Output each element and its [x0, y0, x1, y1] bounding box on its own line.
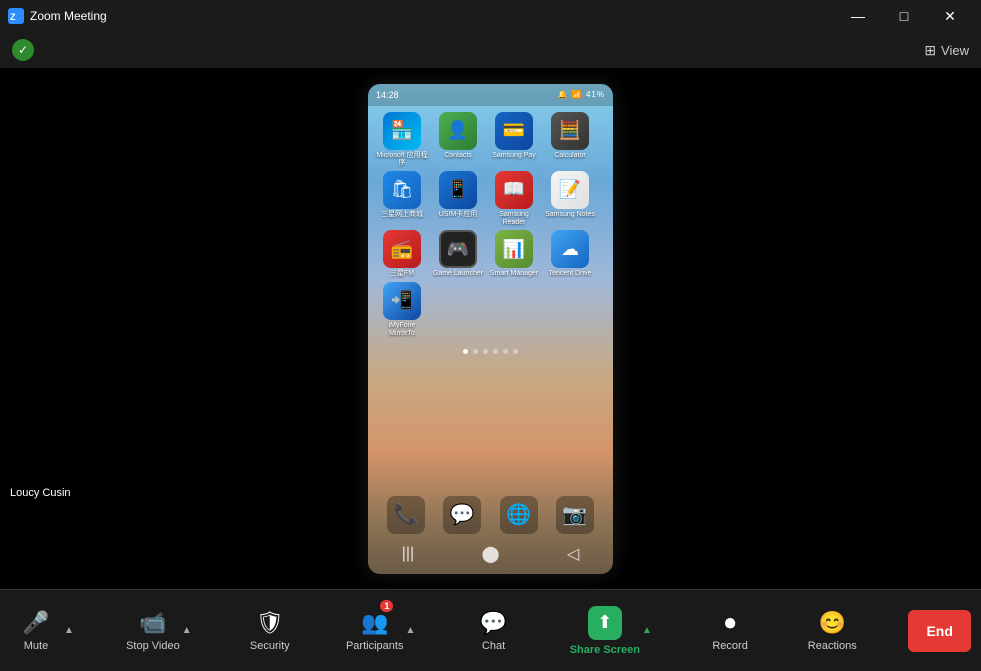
video-arrow[interactable]: ▲: [180, 625, 194, 636]
reactions-label: Reactions: [808, 640, 857, 652]
participants-icon: 👥: [361, 610, 388, 636]
dot-indicators: [368, 343, 613, 360]
bottom-toolbar: 🎤 Mute ▲ 📹 Stop Video ▲ 🛡 Security 👥 1 P…: [0, 589, 981, 671]
phone-nav-menu[interactable]: |||: [402, 545, 414, 563]
dot-6: [513, 349, 518, 354]
dock-camera[interactable]: 📷: [556, 496, 594, 534]
reactions-icon: 😊: [819, 610, 846, 636]
video-group: 📹 Stop Video ▲: [126, 596, 194, 666]
phone-status-icons: 🔔 📶 41%: [558, 90, 605, 99]
app-tencent-drive[interactable]: ☁ Tencent Drive: [544, 230, 596, 278]
main-content: Loucy Cusin 14:28 🔔 📶 41% 🏪 Microsoft 应用…: [0, 68, 981, 589]
app-row-2: 🛍 三星网上商城 📱 USIM卡应用 📖 Samsung Reader 📝 Sa…: [376, 171, 605, 226]
video-icon: 📹: [139, 610, 166, 636]
app-usim[interactable]: 📱 USIM卡应用: [432, 171, 484, 226]
grid-icon: ⊞: [924, 42, 936, 59]
security-button[interactable]: 🛡 Security: [244, 596, 296, 666]
phone-nav-home[interactable]: ⬤: [482, 544, 500, 564]
dot-1: [463, 349, 468, 354]
phone-status-bar: 14:28 🔔 📶 41%: [368, 84, 613, 106]
window-title: Zoom Meeting: [30, 9, 107, 23]
app-game-launcher[interactable]: 🎮 Game Launcher: [432, 230, 484, 278]
view-label: View: [941, 43, 969, 58]
participants-button[interactable]: 👥 1 Participants: [346, 596, 403, 666]
reactions-button[interactable]: 😊 Reactions: [806, 596, 858, 666]
app-contacts[interactable]: 👤 Contacts: [432, 112, 484, 167]
header-bar: ✓ ⊞ View: [0, 32, 981, 68]
record-button[interactable]: ⏺ Record: [704, 596, 756, 666]
user-label: Loucy Cusin: [4, 485, 77, 501]
microphone-icon: 🎤: [22, 610, 49, 636]
participants-arrow[interactable]: ▲: [403, 625, 417, 636]
title-bar-left: Z Zoom Meeting: [8, 8, 107, 24]
security-shield-icon: ✓: [12, 39, 34, 61]
share-screen-icon: ⬆: [588, 606, 622, 640]
app-row-3: 📻 三星FM 🎮 Game Launcher 📊 Smart Manager ☁…: [376, 230, 605, 278]
security-label: Security: [250, 640, 290, 652]
phone-nav-back[interactable]: ◁: [567, 544, 579, 564]
mute-label: Mute: [24, 640, 48, 652]
app-row-4: 📲 iMyFone MirrorTo: [376, 282, 605, 337]
chat-icon: 💬: [480, 610, 507, 636]
title-bar-controls: — □ ✕: [835, 0, 973, 32]
phone-time: 14:28: [376, 90, 399, 100]
app-grid: 🏪 Microsoft 应用程序 👤 Contacts 💳 Samsung Pa…: [368, 106, 613, 344]
dock-phone[interactable]: 📞: [387, 496, 425, 534]
dock-messages[interactable]: 💬: [443, 496, 481, 534]
share-screen-group: ⬆ Share Screen ▲: [570, 596, 654, 666]
mute-group: 🎤 Mute ▲: [10, 596, 76, 666]
participants-label: Participants: [346, 640, 403, 652]
view-button[interactable]: ⊞ View: [924, 42, 969, 59]
chat-label: Chat: [482, 640, 505, 652]
svg-text:Z: Z: [10, 12, 16, 22]
maximize-button[interactable]: □: [881, 0, 927, 32]
stop-video-button[interactable]: 📹 Stop Video: [126, 596, 180, 666]
app-samsung-store[interactable]: 🛍 三星网上商城: [376, 171, 428, 226]
dot-3: [483, 349, 488, 354]
app-smart-manager[interactable]: 📊 Smart Manager: [488, 230, 540, 278]
phone-dock: 📞 💬 🌐 📷: [368, 496, 613, 534]
minimize-button[interactable]: —: [835, 0, 881, 32]
app-samsung-notes[interactable]: 📝 Samsung Notes: [544, 171, 596, 226]
app-imyfone[interactable]: 📲 iMyFone MirrorTo: [376, 282, 428, 337]
mute-button[interactable]: 🎤 Mute: [10, 596, 62, 666]
phone-inner: 14:28 🔔 📶 41% 🏪 Microsoft 应用程序 👤 Contact…: [368, 84, 613, 574]
zoom-logo-icon: Z: [8, 8, 24, 24]
participants-group: 👥 1 Participants ▲: [346, 596, 417, 666]
phone-nav: ||| ⬤ ◁: [368, 538, 613, 570]
security-icon: 🛡: [256, 610, 284, 636]
share-screen-label: Share Screen: [570, 644, 640, 656]
app-samsung-pay[interactable]: 💳 Samsung Pay: [488, 112, 540, 167]
title-bar: Z Zoom Meeting — □ ✕: [0, 0, 981, 32]
app-row-1: 🏪 Microsoft 应用程序 👤 Contacts 💳 Samsung Pa…: [376, 112, 605, 167]
app-fm[interactable]: 📻 三星FM: [376, 230, 428, 278]
record-icon: ⏺: [725, 610, 736, 636]
dot-4: [493, 349, 498, 354]
phone-screen: 14:28 🔔 📶 41% 🏪 Microsoft 应用程序 👤 Contact…: [368, 84, 613, 574]
stop-video-label: Stop Video: [126, 640, 180, 652]
record-label: Record: [712, 640, 747, 652]
close-button[interactable]: ✕: [927, 0, 973, 32]
dot-2: [473, 349, 478, 354]
share-screen-button[interactable]: ⬆ Share Screen: [570, 596, 640, 666]
mute-arrow[interactable]: ▲: [62, 625, 76, 636]
app-calculator[interactable]: 🧮 Calculator: [544, 112, 596, 167]
end-button[interactable]: End: [908, 610, 970, 652]
participant-count: 1: [380, 600, 393, 612]
dock-internet[interactable]: 🌐: [500, 496, 538, 534]
dot-5: [503, 349, 508, 354]
app-samsung-reader[interactable]: 📖 Samsung Reader: [488, 171, 540, 226]
app-microsoft[interactable]: 🏪 Microsoft 应用程序: [376, 112, 428, 167]
share-screen-arrow[interactable]: ▲: [640, 625, 654, 636]
chat-button[interactable]: 💬 Chat: [468, 596, 520, 666]
